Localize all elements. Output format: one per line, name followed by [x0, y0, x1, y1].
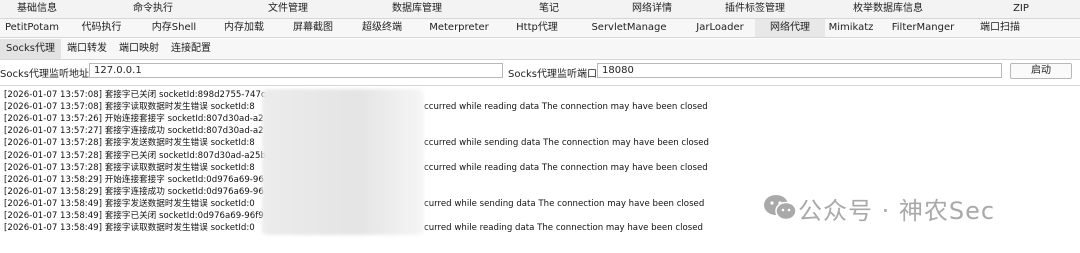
main-tab[interactable]: 插件标签管理: [696, 0, 814, 18]
redacted-blur: [262, 89, 424, 235]
sub-tab[interactable]: 连接配置: [165, 39, 217, 59]
plugin-tab[interactable]: JarLoader: [685, 19, 755, 37]
listen-port-label: Socks代理监听端口:: [508, 69, 601, 80]
log-line: [2026-01-07 13:58:49] 套接字已关闭 socketId:0d…: [4, 211, 264, 221]
sub-tab[interactable]: 端口转发: [61, 39, 113, 59]
plugin-tab[interactable]: Mimikatz: [825, 19, 877, 37]
plugin-tab[interactable]: FilterManger: [877, 19, 969, 37]
log-line: [2026-01-07 13:57:08] 套接字读取数据时发生错误 socke…: [4, 102, 255, 113]
log-line: [2026-01-07 13:58:49] 套接字发送数据时发生错误 socke…: [4, 198, 255, 209]
listen-port-input[interactable]: [597, 63, 1002, 78]
main-tab[interactable]: 基础信息: [0, 0, 74, 18]
plugin-tab[interactable]: Http代理: [501, 19, 573, 37]
plugin-tab[interactable]: 端口扫描: [969, 19, 1031, 37]
sub-tab-bar: Socks代理 端口转发 端口映射 连接配置: [0, 39, 1080, 60]
plugin-tab[interactable]: 超级终端: [347, 19, 417, 37]
log-line: [2026-01-07 13:57:08] 套接字已关闭 socketId:89…: [4, 90, 266, 100]
plugin-tab[interactable]: 屏幕截图: [279, 19, 347, 37]
socks-config-bar: Socks代理监听地址: Socks代理监听端口: 启动: [0, 62, 1080, 80]
plugin-tab-bar: PetitPotam 代码执行 内存Shell 内存加载 屏幕截图 超级终端 Meterpr…: [0, 19, 1080, 38]
log-line-tail: curred while sending data The connection…: [424, 198, 705, 209]
watermark: 公众号 · 神农Sec: [762, 190, 995, 226]
plugin-tab[interactable]: 内存加载: [209, 19, 279, 37]
log-line: [2026-01-07 13:57:26] 开始连接套接字 socketId:8…: [4, 114, 264, 125]
log-line: [2026-01-07 13:57:28] 套接字发送数据时发生错误 socke…: [4, 138, 255, 149]
plugin-tab[interactable]: 网络代理: [755, 19, 825, 37]
log-output[interactable]: [2026-01-07 13:57:08] 套接字已关闭 socketId:89…: [0, 85, 1080, 253]
wechat-icon: [764, 195, 797, 221]
log-line: [2026-01-07 13:57:27] 套接字连接成功 socketId:8…: [4, 126, 264, 137]
main-tab[interactable]: 命令执行: [74, 0, 232, 18]
listen-address-input[interactable]: [89, 63, 503, 78]
listen-address-label: Socks代理监听地址:: [0, 69, 93, 80]
log-line: [2026-01-07 13:58:29] 套接字连接成功 socketId:0…: [4, 186, 264, 197]
watermark-text: 公众号 · 神农Sec: [798, 196, 996, 225]
sub-tab[interactable]: Socks代理: [0, 39, 61, 59]
log-line: [2026-01-07 13:57:28] 套接字读取数据时发生错误 socke…: [4, 162, 255, 173]
plugin-tab[interactable]: ServletManage: [573, 19, 685, 37]
main-tab-bar: 基础信息 命令执行 文件管理 数据库管理 笔记 网络详情 插件标签管理 枚举数据库信息 ZIP: [0, 0, 1080, 19]
main-tab[interactable]: 网络详情: [608, 0, 696, 18]
log-line-tail: curred while reading data The connection…: [424, 223, 703, 234]
plugin-tab[interactable]: 代码执行: [64, 19, 139, 37]
main-tab[interactable]: 笔记: [490, 0, 608, 18]
main-tab[interactable]: 文件管理: [232, 0, 344, 18]
log-line: [2026-01-07 13:57:28] 套接字已关闭 socketId:80…: [4, 150, 266, 161]
plugin-tab[interactable]: PetitPotam: [0, 19, 64, 37]
plugin-tab[interactable]: 内存Shell: [139, 19, 209, 37]
log-line-tail: ccurred while reading data The connectio…: [424, 162, 708, 173]
main-tab[interactable]: 枚举数据库信息: [814, 0, 962, 18]
main-tab[interactable]: ZIP: [962, 0, 1080, 18]
log-line: [2026-01-07 13:58:49] 套接字读取数据时发生错误 socke…: [4, 223, 255, 234]
sub-tab[interactable]: 端口映射: [113, 39, 165, 59]
main-tab[interactable]: 数据库管理: [344, 0, 490, 18]
plugin-tab[interactable]: Meterpreter: [417, 19, 501, 37]
log-line-tail: ccurred while sending data The connectio…: [424, 138, 710, 149]
log-line: [2026-01-07 13:58:29] 开始连接套接字 socketId:0…: [4, 174, 264, 185]
start-button[interactable]: 启动: [1010, 63, 1072, 79]
log-line-tail: ccurred while reading data The connectio…: [424, 102, 708, 113]
